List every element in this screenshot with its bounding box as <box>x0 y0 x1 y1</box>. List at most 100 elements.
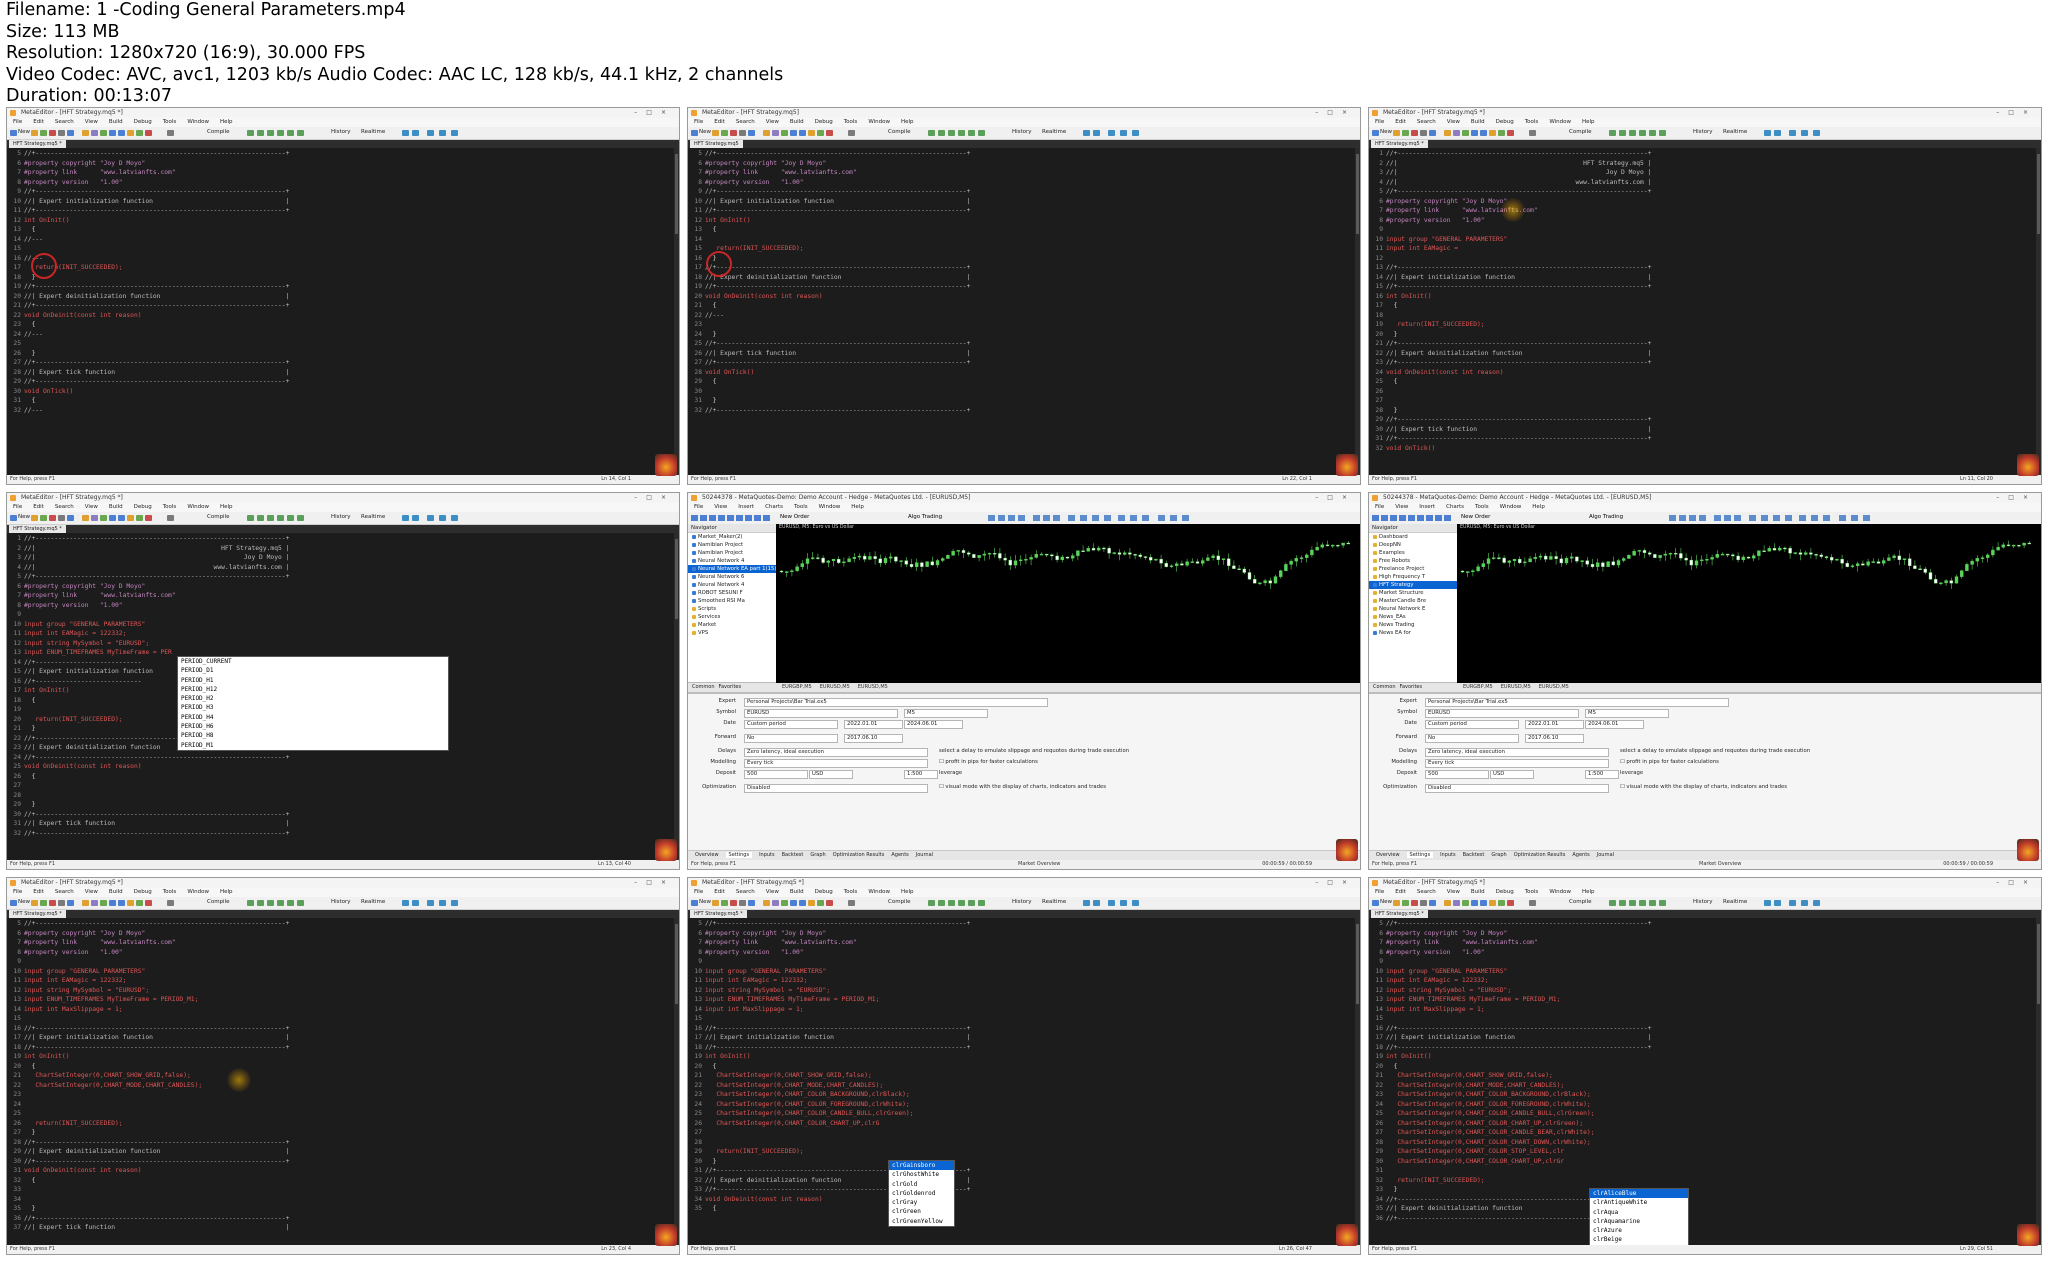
history-button[interactable]: History <box>1693 899 1713 905</box>
window-controls[interactable]: –□× <box>1315 493 1356 503</box>
forward-date-field[interactable]: 2017.06.10 <box>1525 734 1584 743</box>
debug-icon[interactable] <box>1659 130 1666 136</box>
debug-icon[interactable] <box>968 130 975 136</box>
toolbar-icon[interactable] <box>136 900 143 906</box>
autocomplete-item[interactable]: clrGreenYellow <box>889 1217 954 1226</box>
toolbar-icon[interactable] <box>718 515 725 521</box>
toolbar-icon[interactable] <box>1108 130 1115 136</box>
optimization-field[interactable]: Disabled <box>1425 784 1609 793</box>
toolbar-icon[interactable] <box>1761 515 1768 521</box>
tester-tab[interactable]: Optimization Results <box>1514 852 1566 858</box>
toolbar-icon[interactable] <box>712 900 719 906</box>
toolbar-icon[interactable] <box>1417 515 1424 521</box>
debug-icon[interactable] <box>958 900 965 906</box>
tab-hft-strategy[interactable]: HFT Strategy.mq5 * <box>1371 910 1428 918</box>
window-controls[interactable]: –□× <box>1315 108 1356 118</box>
menu-item-file[interactable]: File <box>13 889 22 895</box>
scrollbar-thumb[interactable] <box>1356 154 1359 234</box>
tab-hft-strategy[interactable]: HFT Strategy.mq5 * <box>1371 140 1428 148</box>
menu-item-debug[interactable]: Debug <box>1496 119 1514 125</box>
debug-icon[interactable] <box>287 900 294 906</box>
new-button[interactable]: New <box>18 514 30 520</box>
chart-tab[interactable]: EURUSD,M5 <box>858 684 888 690</box>
menu-item-debug[interactable]: Debug <box>815 889 833 895</box>
window-controls[interactable]: –□× <box>1315 878 1356 888</box>
date-to-field[interactable]: 2024.06.01 <box>1585 720 1644 729</box>
toolbar-icon[interactable] <box>817 130 824 136</box>
menu-item-search[interactable]: Search <box>736 889 755 895</box>
navigator-item[interactable]: ROBOT SESUNI F <box>688 589 776 597</box>
toolbar-icon[interactable] <box>67 515 74 521</box>
toolbar-icon[interactable] <box>1507 900 1514 906</box>
toolbar-icon[interactable] <box>1529 900 1536 906</box>
toolbar-icon[interactable] <box>1699 515 1706 521</box>
autocomplete-item[interactable]: clrGreen <box>889 1207 954 1216</box>
toolbar-icon[interactable] <box>1507 130 1514 136</box>
toolbar-icon[interactable] <box>1411 900 1418 906</box>
compile-button[interactable]: Compile <box>207 899 230 905</box>
autocomplete-item[interactable]: PERIOD_D1 <box>178 666 448 675</box>
history-button[interactable]: History <box>1012 129 1032 135</box>
toolbar-icon[interactable] <box>1471 900 1478 906</box>
toolbar-icon[interactable] <box>763 515 770 521</box>
menu-item-file[interactable]: File <box>1375 889 1384 895</box>
toolbar-icon[interactable] <box>10 900 17 906</box>
toolbar-icon[interactable] <box>736 515 743 521</box>
menu-item-view[interactable]: View <box>85 119 98 125</box>
toolbar-icon[interactable] <box>67 130 74 136</box>
debug-icon[interactable] <box>247 515 254 521</box>
toolbar-icon[interactable] <box>808 130 815 136</box>
navigator-item[interactable]: Market_Maker(2) <box>688 533 776 541</box>
toolbar-icon[interactable] <box>58 900 65 906</box>
new-button[interactable]: New <box>18 899 30 905</box>
toolbar-icon[interactable] <box>402 130 409 136</box>
navigator-tab[interactable]: Favorites <box>719 684 742 690</box>
navigator-item[interactable]: Scripts <box>688 605 776 613</box>
toolbar-icon[interactable] <box>988 515 995 521</box>
code-editor[interactable]: 1//+------------------------------------… <box>1369 148 2041 475</box>
toolbar-icon[interactable] <box>1092 515 1099 521</box>
tester-tab[interactable]: Inputs <box>759 852 775 858</box>
timeframe-field[interactable]: M5 <box>1585 709 1669 718</box>
vertical-scrollbar[interactable] <box>2036 918 2041 1245</box>
toolbar-icon[interactable] <box>1801 900 1808 906</box>
menu-item-tools[interactable]: Tools <box>1475 504 1489 510</box>
toolbar-icon[interactable] <box>40 130 47 136</box>
toolbar-icon[interactable] <box>712 130 719 136</box>
toolbar-icon[interactable] <box>100 900 107 906</box>
scrollbar-thumb[interactable] <box>2037 924 2040 1004</box>
candlestick-chart[interactable] <box>1457 531 2042 676</box>
compile-button[interactable]: Compile <box>207 129 230 135</box>
toolbar-icon[interactable] <box>1480 130 1487 136</box>
menu-item-build[interactable]: Build <box>109 119 123 125</box>
toolbar-icon[interactable] <box>1372 900 1379 906</box>
navigator-item[interactable]: Namibian Project <box>688 541 776 549</box>
menu-item-search[interactable]: Search <box>1417 119 1436 125</box>
toolbar-icon[interactable] <box>1774 130 1781 136</box>
toolbar-icon[interactable] <box>145 900 152 906</box>
toolbar-icon[interactable] <box>1679 515 1686 521</box>
code-editor[interactable]: 5//+------------------------------------… <box>688 918 1360 1245</box>
toolbar-icon[interactable] <box>427 130 434 136</box>
autocomplete-item[interactable]: clrAliceBlue <box>1590 1189 1688 1199</box>
toolbar-icon[interactable] <box>1863 515 1870 521</box>
vertical-scrollbar[interactable] <box>1355 148 1360 475</box>
menu-item-file[interactable]: File <box>1375 504 1384 510</box>
menu-item-view[interactable]: View <box>714 504 727 510</box>
toolbar-icon[interactable] <box>67 900 74 906</box>
deposit-field[interactable]: 500 <box>744 770 808 779</box>
debug-icon[interactable] <box>277 130 284 136</box>
tester-tab[interactable]: Journal <box>1597 852 1614 858</box>
toolbar-icon[interactable] <box>145 130 152 136</box>
code-editor[interactable]: 5//+------------------------------------… <box>7 148 679 475</box>
toolbar-icon[interactable] <box>721 130 728 136</box>
menu-item-edit[interactable]: Edit <box>1395 889 1406 895</box>
toolbar-icon[interactable] <box>109 515 116 521</box>
autocomplete-item[interactable]: PERIOD_H3 <box>178 703 448 712</box>
toolbar-icon[interactable] <box>1749 515 1756 521</box>
navigator-item[interactable]: High Frequency T <box>1369 573 1457 581</box>
menu-item-tools[interactable]: Tools <box>844 889 858 895</box>
scrollbar-thumb[interactable] <box>1356 924 1359 1004</box>
history-button[interactable]: History <box>1012 899 1032 905</box>
menu-item-help[interactable]: Help <box>1582 119 1595 125</box>
